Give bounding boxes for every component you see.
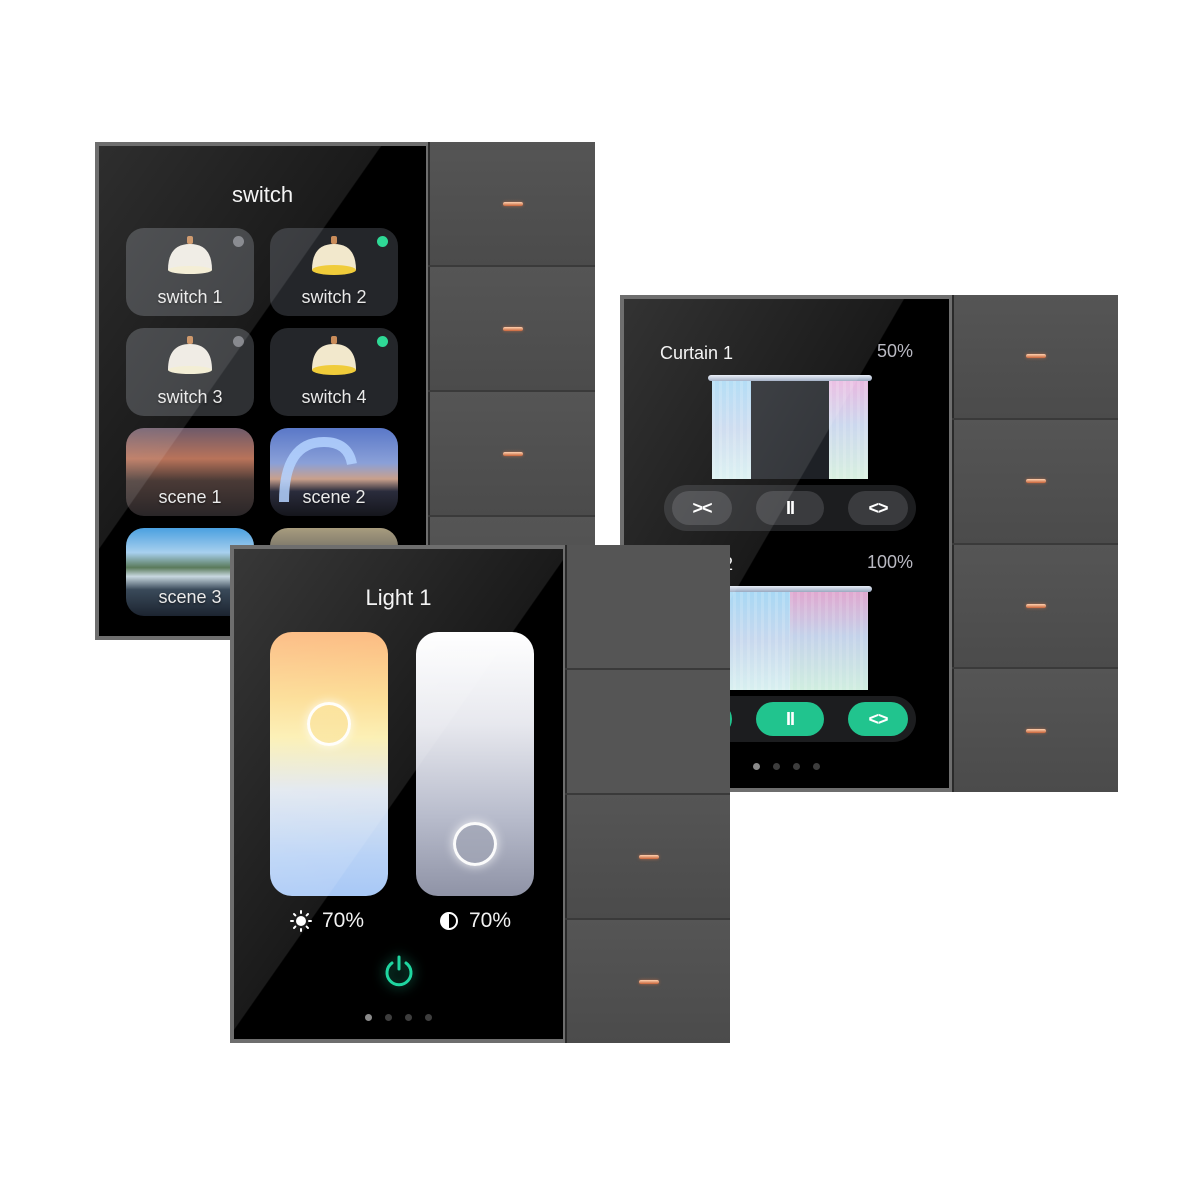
curtain-1-controls: >< II <> [664,485,916,531]
curtain-1-illustration [708,375,872,479]
page-dot[interactable] [405,1014,412,1021]
indicator-led [502,201,523,206]
brightness-slider[interactable] [416,632,534,896]
slider-knob[interactable] [453,822,497,866]
physical-button-3[interactable] [565,795,730,918]
pendant-lamp-icon [168,236,212,274]
light-button-column [565,545,730,1043]
scene-tile-1[interactable]: scene 1 [126,428,254,516]
curtain-2-right-drape [790,592,868,690]
physical-button-4[interactable] [952,669,1118,792]
light-screen: Light 1 70% 70% [230,545,567,1043]
curtain-2-percent: 100% [866,552,913,572]
pendant-lamp-icon [312,336,356,375]
tile-label: scene 1 [158,487,222,507]
tile-label: switch 2 [301,287,367,307]
physical-button-3[interactable] [952,544,1118,668]
curtain-1-close-button[interactable]: >< [672,491,732,525]
curtain-1-pause-button[interactable]: II [756,491,824,525]
indicator-led [1026,728,1046,733]
switch-tile-4[interactable]: switch 4 [270,328,398,416]
indicator-led [638,854,659,859]
physical-button-2[interactable] [565,670,730,793]
color-temperature-slider[interactable] [270,632,388,896]
page-dot[interactable] [753,763,760,770]
switch-tile-3[interactable]: switch 3 [126,328,254,416]
light-screen-title: Light 1 [365,585,432,610]
pendant-lamp-icon [168,336,212,374]
curtain-1-percent: 50% [876,341,913,361]
curtain-2-pause-button[interactable]: II [756,702,824,736]
status-indicator-on [377,236,388,247]
slider-knob[interactable] [307,702,351,746]
switch-tile-1[interactable]: switch 1 [126,228,254,316]
page-dot[interactable] [773,763,780,770]
light-panel: Light 1 70% 70% [230,545,730,1043]
switch-screen-title: switch [231,182,294,207]
pendant-lamp-icon [312,236,356,275]
indicator-led [1026,479,1046,484]
indicator-led [502,326,523,331]
sun-icon [290,910,312,932]
status-indicator-off [233,236,244,247]
power-icon[interactable] [381,954,417,990]
physical-button-4[interactable] [565,920,730,1043]
curtain-2-open-button[interactable]: <> [848,702,908,736]
physical-button-2[interactable] [952,419,1118,543]
physical-button-1[interactable] [952,295,1118,418]
status-indicator-off [233,336,244,347]
curtain-1-right-drape [829,381,868,479]
indicator-led [638,979,659,984]
tile-label: switch 4 [301,387,367,407]
curtain-1-title: Curtain 1 [660,343,734,363]
page-dot[interactable] [793,763,800,770]
brightness-readout: 70% [439,909,511,933]
tile-label: scene 2 [302,487,366,507]
physical-button-3[interactable] [428,392,595,515]
curtain-button-column [952,295,1118,792]
page-dot[interactable] [385,1014,392,1021]
physical-button-2[interactable] [428,267,595,390]
curtain-1-left-drape [712,381,751,479]
physical-button-1[interactable] [428,142,595,265]
tile-label: switch 1 [157,287,223,307]
status-indicator-on [377,336,388,347]
color-temp-readout: 70% [290,909,364,933]
contrast-icon [440,912,458,930]
scene-tile-2[interactable]: scene 2 [270,428,398,516]
tile-label: switch 3 [157,387,223,407]
page-dot[interactable] [813,763,820,770]
indicator-led [1026,354,1046,359]
page-dot[interactable] [365,1014,372,1021]
page-indicator [234,1014,563,1021]
curtain-2-illustration [708,586,872,690]
page-dot[interactable] [425,1014,432,1021]
indicator-led [1026,603,1046,608]
curtain-1-open-button[interactable]: <> [848,491,908,525]
color-temp-value: 70% [322,909,365,932]
switch-tile-2[interactable]: switch 2 [270,228,398,316]
brightness-value: 70% [469,909,512,932]
physical-button-1[interactable] [565,545,730,668]
indicator-led [502,451,523,456]
window-opening [750,381,830,479]
